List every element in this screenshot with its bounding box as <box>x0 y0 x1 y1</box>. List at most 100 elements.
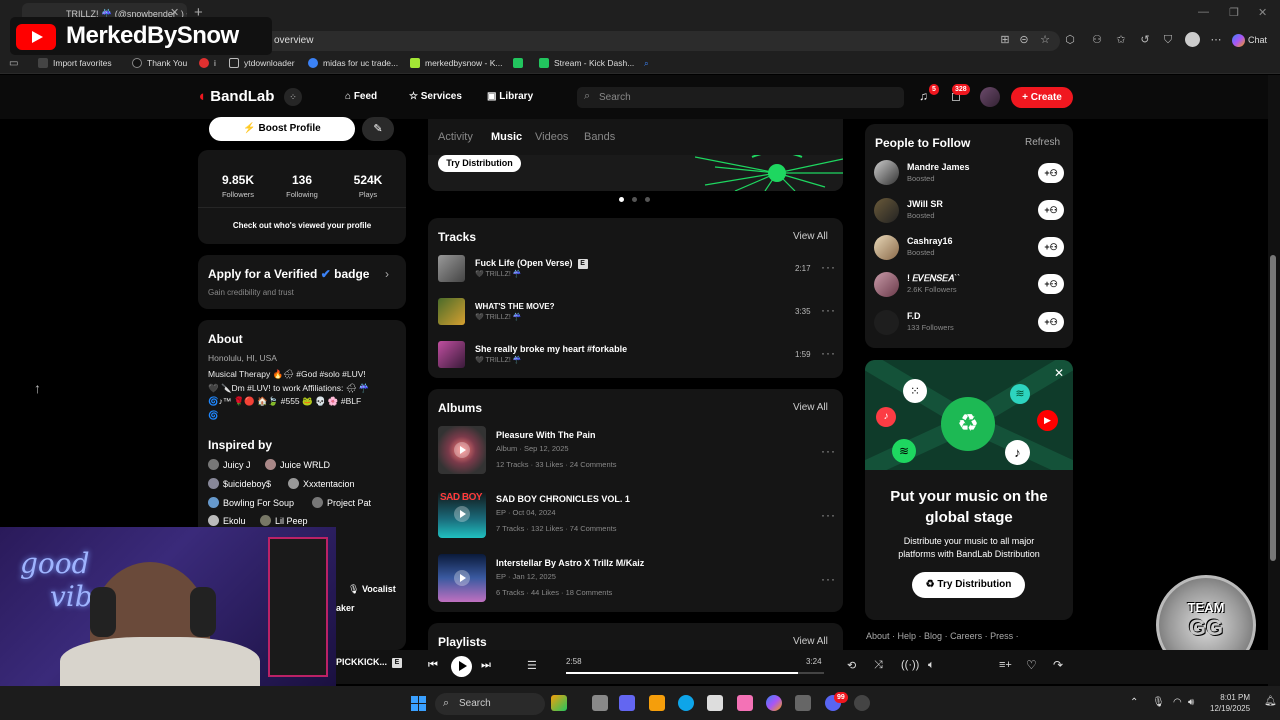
follow-button[interactable]: +⚇ <box>1038 274 1064 294</box>
close-icon[interactable]: ✕ <box>1054 366 1064 380</box>
tracks-view-all[interactable]: View All <box>793 231 828 242</box>
repeat-icon[interactable]: ⟲ <box>847 659 856 672</box>
more-options-icon[interactable]: ··· <box>821 346 836 360</box>
tab-videos[interactable]: Videos <box>535 131 568 143</box>
apps-grid-icon[interactable]: ⁘ <box>284 88 302 106</box>
queue-icon[interactable]: ☰ <box>527 659 537 672</box>
search-input[interactable]: Search <box>577 87 904 108</box>
widgets-icon[interactable] <box>551 695 567 711</box>
carousel-dot-active[interactable] <box>619 197 624 202</box>
carousel-dot[interactable] <box>645 197 650 202</box>
footer-link[interactable]: Careers <box>950 631 982 641</box>
app-icon[interactable] <box>854 695 870 711</box>
bookmark-item[interactable]: midas for uc trade... <box>308 58 398 68</box>
file-explorer-icon[interactable] <box>649 695 665 711</box>
app-icon[interactable] <box>737 695 753 711</box>
previous-icon[interactable]: ⏮ <box>428 659 438 672</box>
minimize-icon[interactable]: — <box>1198 6 1209 18</box>
tab-bands[interactable]: Bands <box>584 131 615 143</box>
add-to-playlist-icon[interactable]: ≡+ <box>999 659 1012 671</box>
person-name[interactable]: Cashray16 <box>907 236 953 246</box>
track-artist[interactable]: 🖤 TRILLZ! ☔ <box>475 270 521 278</box>
person-name[interactable]: F.D <box>907 311 921 321</box>
bookmarks-icon[interactable]: ▭ <box>9 58 18 69</box>
footer-link[interactable]: Press <box>990 631 1013 641</box>
avatar[interactable] <box>874 160 899 185</box>
nav-services[interactable]: ☆ Services <box>409 91 462 102</box>
try-distribution-button[interactable]: ♻ Try Distribution <box>912 572 1025 598</box>
follow-button[interactable]: +⚇ <box>1038 163 1064 183</box>
task-view-icon[interactable] <box>592 695 608 711</box>
stat-followers[interactable]: 9.85K Followers <box>218 173 258 199</box>
close-window-icon[interactable]: ✕ <box>1258 6 1267 19</box>
scroll-top-icon[interactable]: ↑ <box>34 380 41 396</box>
person-name[interactable]: ! 𝐸𝑉𝐸𝑁𝑆𝐸𝐴ˋˋ <box>907 273 960 284</box>
inspired-artist[interactable]: $uicideboy$ <box>208 478 271 489</box>
play-icon[interactable] <box>454 442 470 458</box>
windows-start-icon[interactable] <box>411 696 426 711</box>
volume-icon[interactable]: 🔈︎ <box>928 659 935 672</box>
chat-button[interactable]: Chat <box>1232 31 1276 49</box>
inspired-artist[interactable]: Ekolu <box>208 515 246 526</box>
tab-music[interactable]: Music <box>491 131 522 143</box>
nav-feed[interactable]: ⌂ Feed <box>345 91 377 102</box>
store-icon[interactable] <box>707 695 723 711</box>
inspired-artist[interactable]: Bowling For Soup <box>208 497 294 508</box>
track-thumbnail[interactable] <box>438 255 465 282</box>
track-title[interactable]: She really broke my heart #forkable <box>475 344 627 354</box>
user-avatar[interactable] <box>980 87 1000 107</box>
more-options-icon[interactable]: ··· <box>821 303 836 317</box>
footer-link[interactable]: About <box>866 631 890 641</box>
wifi-icon[interactable]: ◠ <box>1173 697 1182 708</box>
bookmark-item[interactable]: Thank You <box>132 58 187 68</box>
address-bar[interactable]: overview <box>260 31 1060 51</box>
album-title[interactable]: Interstellar By Astro X Trillz M/Kaiz <box>496 558 644 568</box>
bookmark-item[interactable]: merkedbysnow - K... <box>410 58 502 68</box>
bookmark-item[interactable]: ytdownloader <box>229 58 295 68</box>
more-options-icon[interactable]: ··· <box>821 572 836 586</box>
person-name[interactable]: Mandre James <box>907 162 970 172</box>
bell-icon[interactable]: ♫ <box>919 89 928 103</box>
favorites-icon[interactable]: ✩ <box>1114 33 1128 47</box>
playlists-view-all[interactable]: View All <box>793 636 828 647</box>
follow-button[interactable]: +⚇ <box>1038 312 1064 332</box>
avatar[interactable] <box>874 272 899 297</box>
more-options-icon[interactable]: ··· <box>821 508 836 522</box>
album-title[interactable]: Pleasure With The Pain <box>496 430 595 440</box>
footer-link[interactable]: Help <box>898 631 917 641</box>
follow-button[interactable]: +⚇ <box>1038 237 1064 257</box>
footer-link[interactable]: Blog <box>924 631 942 641</box>
inspired-artist[interactable]: Juicy J <box>208 459 251 470</box>
edit-profile-icon[interactable]: ✎ <box>362 117 394 141</box>
more-options-icon[interactable]: ··· <box>821 260 836 274</box>
more-menu-icon[interactable]: ⋯ <box>1209 33 1223 47</box>
albums-view-all[interactable]: View All <box>793 402 828 413</box>
play-icon[interactable] <box>454 506 470 522</box>
try-distribution-banner-button[interactable]: Try Distribution <box>438 155 521 172</box>
avatar[interactable] <box>874 235 899 260</box>
maximize-icon[interactable]: ❐ <box>1229 6 1239 19</box>
extension-icon[interactable]: ⬡ <box>1063 33 1077 47</box>
inspired-artist[interactable]: Xxxtentacion <box>288 478 355 489</box>
nav-library[interactable]: ▣ Library <box>487 91 533 102</box>
scrollbar-thumb[interactable] <box>1270 255 1276 561</box>
clock[interactable]: 8:01 PM 12/19/2025 <box>1210 692 1250 714</box>
app-available-icon[interactable]: ⊞ <box>998 33 1012 47</box>
track-thumbnail[interactable] <box>438 341 465 368</box>
teams-icon[interactable] <box>619 695 635 711</box>
share-icon[interactable]: ↷ <box>1053 658 1063 672</box>
edge-icon[interactable] <box>678 695 694 711</box>
notification-center-icon[interactable]: 🔔︎ <box>1264 696 1277 707</box>
track-artist[interactable]: 🖤 TRILLZ! ☔ <box>475 356 521 364</box>
favorite-star-icon[interactable]: ☆ <box>1038 33 1052 47</box>
inspired-artist[interactable]: Lil Peep <box>260 515 308 526</box>
copilot-icon[interactable] <box>766 695 782 711</box>
stat-plays[interactable]: 524K Plays <box>350 173 386 199</box>
app-icon[interactable] <box>795 695 811 711</box>
inspired-artist[interactable]: Project Pat <box>312 497 371 508</box>
person-name[interactable]: JWill SR <box>907 199 943 209</box>
avatar[interactable] <box>874 198 899 223</box>
profile-avatar-icon[interactable] <box>1185 32 1200 47</box>
bookmark-item[interactable] <box>513 58 528 68</box>
copilot-icon[interactable]: ⚇ <box>1090 33 1104 47</box>
